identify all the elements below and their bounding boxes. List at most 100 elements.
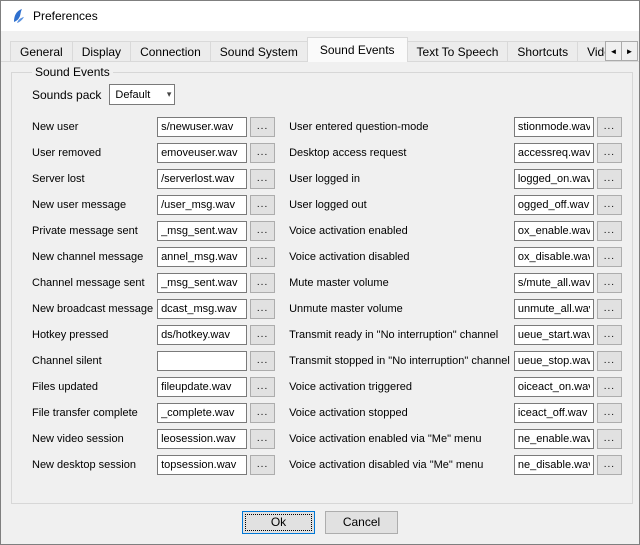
sound-file-input[interactable] xyxy=(157,299,247,319)
browse-button[interactable]: ... xyxy=(597,169,622,189)
sound-file-input[interactable] xyxy=(514,169,594,189)
sound-event-label: New broadcast message xyxy=(32,303,157,315)
sound-event-label: Voice activation enabled via "Me" menu xyxy=(289,433,514,445)
sound-file-input[interactable] xyxy=(514,455,594,475)
browse-button[interactable]: ... xyxy=(250,429,275,449)
browse-button[interactable]: ... xyxy=(250,403,275,423)
sound-event-row: User logged in ... xyxy=(289,169,622,189)
sound-event-label: Channel message sent xyxy=(32,277,157,289)
sound-event-row: Channel message sent ... xyxy=(32,273,275,293)
browse-button[interactable]: ... xyxy=(597,455,622,475)
tabs: GeneralDisplayConnectionSound SystemSoun… xyxy=(10,40,639,62)
sound-file-input[interactable] xyxy=(514,403,594,423)
browse-button[interactable]: ... xyxy=(250,169,275,189)
sound-event-row: New user message ... xyxy=(32,195,275,215)
browse-button[interactable]: ... xyxy=(250,377,275,397)
cancel-button[interactable]: Cancel xyxy=(325,511,398,534)
sound-file-input[interactable] xyxy=(157,273,247,293)
browse-button[interactable]: ... xyxy=(250,325,275,345)
sounds-pack-label: Sounds pack xyxy=(32,88,101,102)
tab-sound-system[interactable]: Sound System xyxy=(210,41,308,62)
titlebar: Preferences xyxy=(1,1,639,31)
browse-button[interactable]: ... xyxy=(597,143,622,163)
tab-shortcuts[interactable]: Shortcuts xyxy=(507,41,578,62)
sound-file-input[interactable] xyxy=(157,117,247,137)
browse-button[interactable]: ... xyxy=(250,247,275,267)
browse-button[interactable]: ... xyxy=(597,325,622,345)
ok-button[interactable]: Ok xyxy=(242,511,315,534)
sounds-pack-select[interactable]: Default ▾ xyxy=(109,84,175,105)
sound-event-row: Mute master volume ... xyxy=(289,273,622,293)
browse-button[interactable]: ... xyxy=(597,117,622,137)
sound-event-row: Voice activation triggered ... xyxy=(289,377,622,397)
tab-text-to-speech[interactable]: Text To Speech xyxy=(407,41,509,62)
sound-event-row: Channel silent ... xyxy=(32,351,275,371)
browse-button[interactable]: ... xyxy=(597,221,622,241)
sound-event-row: User entered question-mode ... xyxy=(289,117,622,137)
sound-file-input[interactable] xyxy=(157,247,247,267)
sound-event-label: New channel message xyxy=(32,251,157,263)
browse-button[interactable]: ... xyxy=(250,195,275,215)
sound-event-row: Unmute master volume ... xyxy=(289,299,622,319)
tab-scroll-left-icon[interactable]: ◄ xyxy=(605,41,622,61)
sound-event-row: Files updated ... xyxy=(32,377,275,397)
sound-file-input[interactable] xyxy=(157,195,247,215)
browse-button[interactable]: ... xyxy=(597,429,622,449)
sound-file-input[interactable] xyxy=(514,351,594,371)
sound-file-input[interactable] xyxy=(514,325,594,345)
browse-button[interactable]: ... xyxy=(250,117,275,137)
sound-file-input[interactable] xyxy=(514,221,594,241)
browse-button[interactable]: ... xyxy=(250,299,275,319)
sound-file-input[interactable] xyxy=(514,117,594,137)
sound-file-input[interactable] xyxy=(514,273,594,293)
sound-file-input[interactable] xyxy=(514,247,594,267)
browse-button[interactable]: ... xyxy=(597,351,622,371)
sound-event-label: Mute master volume xyxy=(289,277,514,289)
sound-file-input[interactable] xyxy=(157,143,247,163)
sound-event-label: Unmute master volume xyxy=(289,303,514,315)
sound-event-row: Transmit stopped in "No interruption" ch… xyxy=(289,351,622,371)
sound-file-input[interactable] xyxy=(157,455,247,475)
sound-file-input[interactable] xyxy=(157,325,247,345)
sound-event-label: Voice activation enabled xyxy=(289,225,514,237)
browse-button[interactable]: ... xyxy=(250,273,275,293)
sound-event-label: Channel silent xyxy=(32,355,157,367)
browse-button[interactable]: ... xyxy=(597,273,622,293)
sound-file-input[interactable] xyxy=(157,403,247,423)
window-title: Preferences xyxy=(33,9,98,23)
sound-event-row: Desktop access request ... xyxy=(289,143,622,163)
browse-button[interactable]: ... xyxy=(250,143,275,163)
tab-connection[interactable]: Connection xyxy=(130,41,211,62)
tab-scroll: ◄ ► xyxy=(606,41,638,61)
browse-button[interactable]: ... xyxy=(597,377,622,397)
browse-button[interactable]: ... xyxy=(250,455,275,475)
browse-button[interactable]: ... xyxy=(250,221,275,241)
sound-file-input[interactable] xyxy=(157,429,247,449)
browse-button[interactable]: ... xyxy=(597,403,622,423)
browse-button[interactable]: ... xyxy=(250,351,275,371)
browse-button[interactable]: ... xyxy=(597,195,622,215)
sound-file-input[interactable] xyxy=(157,351,247,371)
tab-general[interactable]: General xyxy=(10,41,73,62)
tab-scroll-right-icon[interactable]: ► xyxy=(621,41,638,61)
sound-file-input[interactable] xyxy=(514,429,594,449)
sound-file-input[interactable] xyxy=(157,169,247,189)
tab-display[interactable]: Display xyxy=(72,41,131,62)
sound-event-label: New video session xyxy=(32,433,157,445)
sound-file-input[interactable] xyxy=(514,377,594,397)
sound-file-input[interactable] xyxy=(514,143,594,163)
sound-event-row: Voice activation disabled via "Me" menu … xyxy=(289,455,622,475)
sound-file-input[interactable] xyxy=(157,221,247,241)
sound-event-row: Server lost ... xyxy=(32,169,275,189)
sound-event-row: New user ... xyxy=(32,117,275,137)
sound-rows-left: New user ... User removed ... Server los… xyxy=(32,117,275,475)
sound-file-input[interactable] xyxy=(514,299,594,319)
sound-file-input[interactable] xyxy=(514,195,594,215)
sound-event-row: Hotkey pressed ... xyxy=(32,325,275,345)
sound-file-input[interactable] xyxy=(157,377,247,397)
tab-sound-events[interactable]: Sound Events xyxy=(307,37,408,62)
browse-button[interactable]: ... xyxy=(597,299,622,319)
sound-event-label: Hotkey pressed xyxy=(32,329,157,341)
sound-event-row: Voice activation enabled ... xyxy=(289,221,622,241)
browse-button[interactable]: ... xyxy=(597,247,622,267)
